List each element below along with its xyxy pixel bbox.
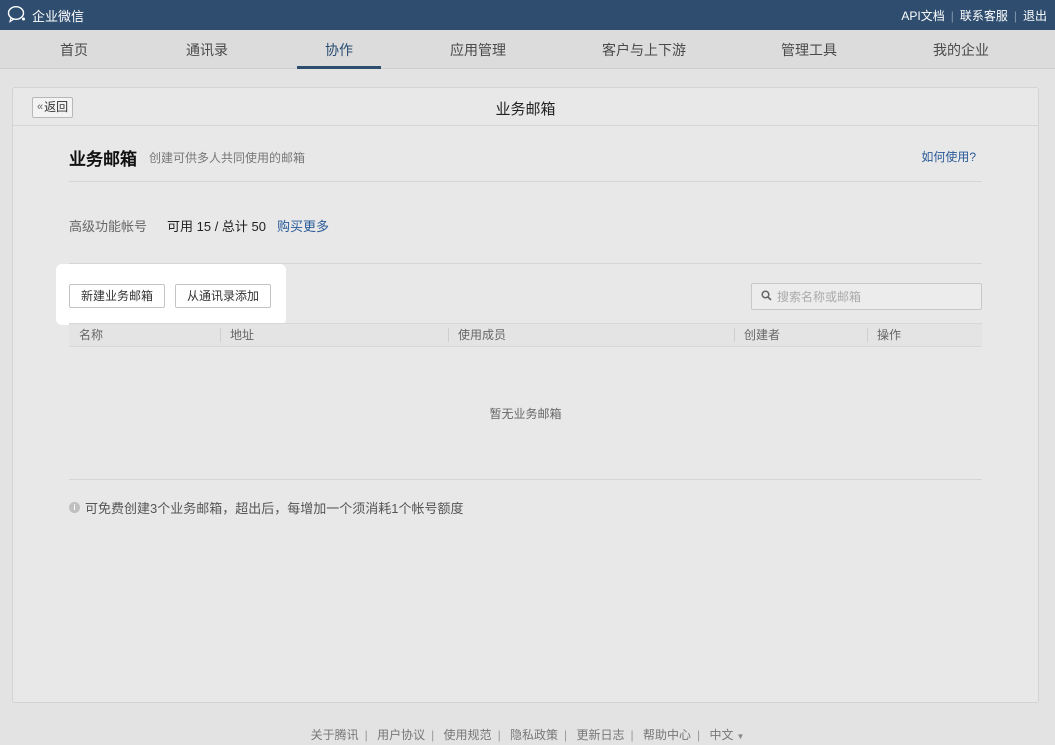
support-link[interactable]: 联系客服 xyxy=(960,7,1008,24)
section-header: 业务邮箱 创建可供多人共同使用的邮箱 如何使用? xyxy=(69,145,982,182)
card-header: « 返回 业务邮箱 xyxy=(13,88,1038,126)
nav-my-company[interactable]: 我的企业 xyxy=(930,30,992,69)
divider: | xyxy=(497,728,501,742)
column-members: 使用成员 xyxy=(448,324,506,346)
page-title: 业务邮箱 xyxy=(495,101,556,118)
divider: | xyxy=(697,728,701,742)
note-text: 可免费创建3个业务邮箱，超出后，每增加一个须消耗1个帐号额度 xyxy=(85,501,464,516)
nav-home[interactable]: 首页 xyxy=(50,30,98,69)
quota-value: 可用 15 / 总计 50 xyxy=(167,219,266,234)
divider: | xyxy=(564,728,568,742)
footer-terms-link[interactable]: 用户协议 xyxy=(377,728,425,742)
top-bar: 企业微信 API文档 | 联系客服 | 退出 xyxy=(0,0,1055,30)
section-title: 业务邮箱 xyxy=(69,150,137,169)
new-mailbox-button[interactable]: 新建业务邮箱 xyxy=(69,284,166,308)
main-nav: 首页 通讯录 协作 应用管理 客户与上下游 管理工具 我的企业 xyxy=(0,30,1055,69)
footer-help-link[interactable]: 帮助中心 xyxy=(643,728,691,742)
divider: | xyxy=(431,728,435,742)
language-selector[interactable]: 中文 ▼ xyxy=(709,728,744,742)
search-icon xyxy=(761,289,777,304)
empty-state: 暂无业务邮箱 xyxy=(69,348,982,480)
table-header: 名称 地址 使用成员 创建者 操作 xyxy=(69,323,982,347)
wecom-logo-icon xyxy=(7,5,32,26)
how-to-use-link[interactable]: 如何使用? xyxy=(921,148,976,165)
quota-label: 高级功能帐号 xyxy=(69,219,148,234)
api-docs-link[interactable]: API文档 xyxy=(901,7,944,24)
nav-app-management[interactable]: 应用管理 xyxy=(448,30,508,69)
brand-name: 企业微信 xyxy=(32,8,85,24)
divider: | xyxy=(364,728,368,742)
footer-rules-link[interactable]: 使用规范 xyxy=(444,728,492,742)
info-icon: i xyxy=(69,502,80,513)
info-note: i 可免费创建3个业务邮箱，超出后，每增加一个须消耗1个帐号额度 xyxy=(69,498,463,517)
divider: | xyxy=(950,8,954,23)
caret-down-icon: ▼ xyxy=(736,732,745,741)
footer: 关于腾讯 | 用户协议 | 使用规范 | 隐私政策 | 更新日志 | 帮助中心 | 中文 ▼ xyxy=(0,726,1055,743)
column-address: 地址 xyxy=(220,324,254,346)
search-input[interactable]: 搜索名称或邮箱 xyxy=(751,283,982,310)
divider: | xyxy=(1013,8,1017,23)
add-from-contacts-button[interactable]: 从通讯录添加 xyxy=(175,284,272,308)
divider: | xyxy=(630,728,634,742)
language-label: 中文 xyxy=(709,728,734,742)
nav-contacts[interactable]: 通讯录 xyxy=(180,30,234,69)
brand-logo[interactable]: 企业微信 xyxy=(7,5,84,25)
buy-more-link[interactable]: 购买更多 xyxy=(277,216,329,235)
section-subtitle: 创建可供多人共同使用的邮箱 xyxy=(149,151,306,165)
search-placeholder: 搜索名称或邮箱 xyxy=(777,290,862,304)
footer-about-link[interactable]: 关于腾讯 xyxy=(311,728,359,742)
nav-admin-tools[interactable]: 管理工具 xyxy=(778,30,840,69)
column-creator: 创建者 xyxy=(734,324,780,346)
quota-info: 高级功能帐号 可用 15 / 总计 50 购买更多 xyxy=(69,216,329,235)
nav-collaboration[interactable]: 协作 xyxy=(297,30,381,69)
logout-link[interactable]: 退出 xyxy=(1023,7,1047,24)
nav-customers[interactable]: 客户与上下游 xyxy=(598,30,690,69)
footer-changelog-link[interactable]: 更新日志 xyxy=(577,728,625,742)
column-actions: 操作 xyxy=(867,324,901,346)
footer-privacy-link[interactable]: 隐私政策 xyxy=(510,728,558,742)
content-card: « 返回 业务邮箱 业务邮箱 创建可供多人共同使用的邮箱 如何使用? 高级功能帐… xyxy=(12,87,1039,703)
column-name: 名称 xyxy=(79,328,104,342)
top-links: API文档 | 联系客服 | 退出 xyxy=(901,7,1047,24)
